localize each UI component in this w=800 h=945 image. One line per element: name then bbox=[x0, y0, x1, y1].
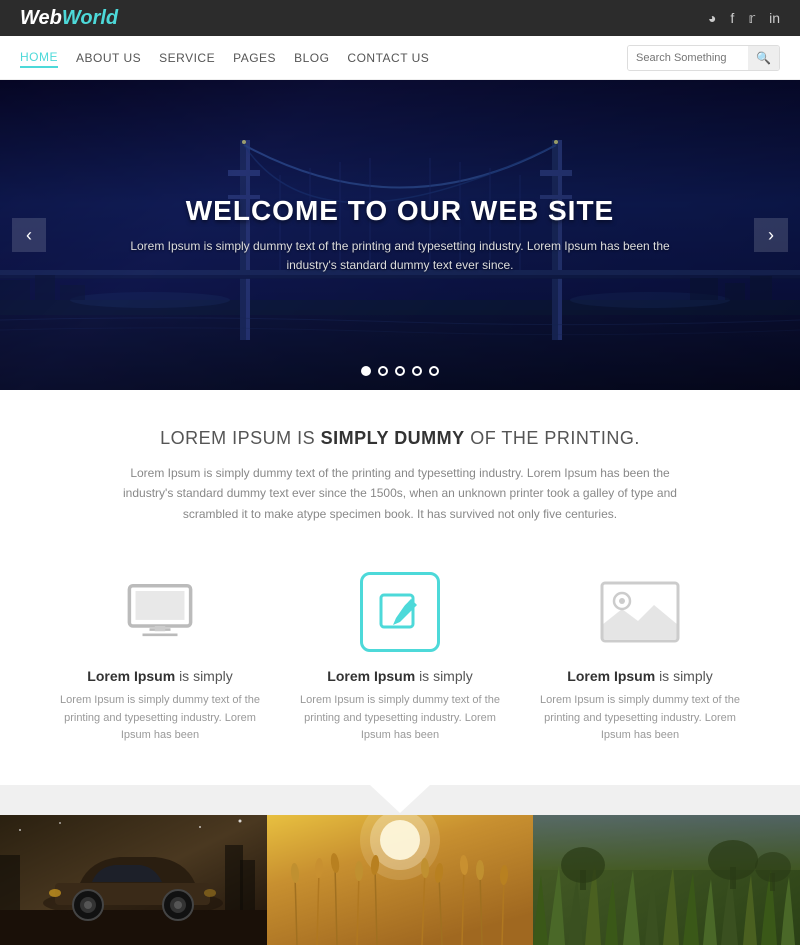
edit-icon-box bbox=[360, 572, 440, 652]
feature-monitor-title-rest: is simply bbox=[179, 668, 233, 684]
intro-heading-bold: SIMPLY DUMMY bbox=[321, 428, 465, 448]
logo-world: World bbox=[62, 7, 118, 29]
logo-web: Web bbox=[20, 7, 62, 29]
twitter-icon[interactable]: 𝕣 bbox=[748, 10, 755, 27]
hero-subtitle: Lorem Ipsum is simply dummy text of the … bbox=[120, 237, 680, 275]
feature-edit-title-bold: Lorem Ipsum bbox=[327, 668, 415, 684]
facebook-icon[interactable]: f bbox=[730, 10, 734, 26]
feature-image: Lorem Ipsum is simply Lorem Ipsum is sim… bbox=[530, 572, 750, 745]
nav-pages[interactable]: PAGES bbox=[233, 49, 276, 67]
logo: WebWorld bbox=[20, 7, 118, 30]
feature-monitor-desc: Lorem Ipsum is simply dummy text of the … bbox=[50, 692, 270, 745]
rss-icon[interactable]: ◕ bbox=[708, 10, 716, 26]
features-section: Lorem Ipsum is simply Lorem Ipsum is sim… bbox=[0, 552, 800, 785]
hero-dots bbox=[361, 366, 439, 376]
hero-content: WELCOME TO OUR WEB SITE Lorem Ipsum is s… bbox=[0, 195, 800, 275]
top-bar: WebWorld ◕ f 𝕣 in bbox=[0, 0, 800, 36]
intro-heading-post: OF THE PRINTING. bbox=[465, 428, 640, 448]
nav-home[interactable]: HOME bbox=[20, 48, 58, 68]
feature-image-title-bold: Lorem Ipsum bbox=[567, 668, 655, 684]
hero-dot-2[interactable] bbox=[378, 366, 388, 376]
nav-service[interactable]: SERVICE bbox=[159, 49, 215, 67]
nav-about[interactable]: ABOUT US bbox=[76, 49, 141, 67]
portfolio-car bbox=[0, 815, 267, 945]
portfolio-section bbox=[0, 815, 800, 945]
hero-slider: WELCOME TO OUR WEB SITE Lorem Ipsum is s… bbox=[0, 80, 800, 390]
feature-image-desc: Lorem Ipsum is simply dummy text of the … bbox=[530, 692, 750, 745]
nav-links: HOME ABOUT US SERVICE PAGES BLOG CONTACT… bbox=[20, 48, 429, 68]
hero-prev-button[interactable]: ‹ bbox=[12, 218, 46, 252]
image-icon bbox=[600, 572, 680, 652]
nav-blog[interactable]: BLOG bbox=[294, 49, 329, 67]
hero-dot-1[interactable] bbox=[361, 366, 371, 376]
feature-edit-title-rest: is simply bbox=[419, 668, 473, 684]
portfolio-grass bbox=[533, 815, 800, 945]
hero-title: WELCOME TO OUR WEB SITE bbox=[120, 195, 680, 227]
linkedin-icon[interactable]: in bbox=[769, 10, 780, 26]
search-input[interactable] bbox=[628, 46, 748, 70]
nav-bar: HOME ABOUT US SERVICE PAGES BLOG CONTACT… bbox=[0, 36, 800, 80]
feature-monitor: Lorem Ipsum is simply Lorem Ipsum is sim… bbox=[50, 572, 270, 745]
intro-heading: LOREM IPSUM IS SIMPLY DUMMY OF THE PRINT… bbox=[60, 428, 740, 449]
monitor-icon bbox=[120, 572, 200, 652]
feature-edit-desc: Lorem Ipsum is simply dummy text of the … bbox=[290, 692, 510, 745]
feature-monitor-title: Lorem Ipsum is simply bbox=[50, 668, 270, 684]
feature-edit-title: Lorem Ipsum is simply bbox=[290, 668, 510, 684]
hero-dot-4[interactable] bbox=[412, 366, 422, 376]
feature-edit: Lorem Ipsum is simply Lorem Ipsum is sim… bbox=[290, 572, 510, 745]
feature-monitor-title-bold: Lorem Ipsum bbox=[87, 668, 175, 684]
intro-section: LOREM IPSUM IS SIMPLY DUMMY OF THE PRINT… bbox=[0, 390, 800, 552]
search-button[interactable]: 🔍 bbox=[748, 46, 779, 70]
hero-dot-5[interactable] bbox=[429, 366, 439, 376]
nav-contact[interactable]: CONTACT US bbox=[347, 49, 429, 67]
feature-image-title-rest: is simply bbox=[659, 668, 713, 684]
hero-next-button[interactable]: › bbox=[754, 218, 788, 252]
intro-heading-pre: LOREM IPSUM IS bbox=[160, 428, 321, 448]
social-icons: ◕ f 𝕣 in bbox=[708, 10, 780, 27]
edit-icon bbox=[360, 572, 440, 652]
search-box: 🔍 bbox=[627, 45, 780, 71]
hero-dot-3[interactable] bbox=[395, 366, 405, 376]
intro-text: Lorem Ipsum is simply dummy text of the … bbox=[110, 463, 690, 524]
portfolio-wheat bbox=[267, 815, 534, 945]
feature-image-title: Lorem Ipsum is simply bbox=[530, 668, 750, 684]
